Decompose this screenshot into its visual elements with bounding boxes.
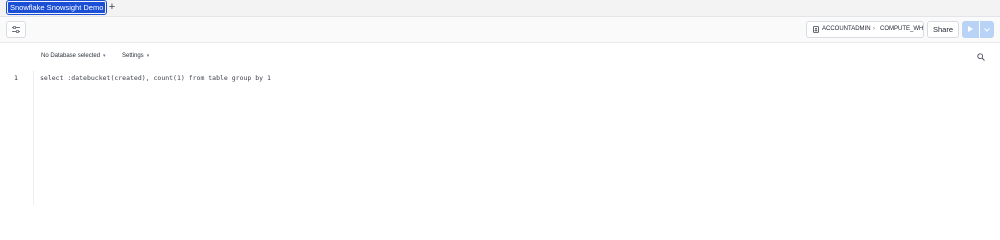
role-warehouse-selector[interactable]: ACCOUNTADMIN › COMPUTE_WH bbox=[806, 21, 924, 38]
code-line[interactable]: select :datebucket(created), count(1) fr… bbox=[40, 74, 271, 82]
search-icon[interactable] bbox=[977, 53, 985, 61]
settings-menu[interactable]: Settings ▾ bbox=[122, 53, 149, 59]
play-icon bbox=[968, 26, 973, 32]
role-label: ACCOUNTADMIN bbox=[822, 26, 871, 32]
tab-snowflake-snowsight-demo[interactable]: Snowflake Snowsight Demo bbox=[5, 0, 108, 15]
share-button[interactable]: Share bbox=[927, 21, 959, 38]
database-selector[interactable]: No Database selected ▾ bbox=[41, 53, 106, 59]
caret-down-icon: ▾ bbox=[146, 53, 150, 59]
line-number-gutter: 1 bbox=[0, 71, 34, 205]
settings-label: Settings bbox=[122, 53, 144, 59]
line-number: 1 bbox=[14, 74, 18, 82]
add-tab-button[interactable]: + bbox=[105, 0, 119, 15]
chevron-right-icon: › bbox=[873, 26, 875, 32]
caret-down-icon: ▾ bbox=[103, 53, 106, 59]
run-options-button[interactable] bbox=[980, 21, 994, 38]
tab-bar: Snowflake Snowsight Demo + bbox=[0, 0, 1000, 17]
database-selector-label: No Database selected bbox=[41, 53, 101, 59]
filter-button[interactable] bbox=[6, 21, 26, 38]
sliders-icon bbox=[12, 25, 20, 34]
warehouse-label: COMPUTE_WH bbox=[880, 26, 924, 32]
run-button[interactable] bbox=[962, 21, 979, 38]
editor-context-bar: No Database selected ▾ Settings ▾ bbox=[0, 43, 1000, 71]
worksheet-toolbar: ACCOUNTADMIN › COMPUTE_WH Share bbox=[0, 17, 1000, 43]
chevron-down-icon bbox=[984, 28, 990, 32]
role-icon bbox=[813, 26, 819, 33]
